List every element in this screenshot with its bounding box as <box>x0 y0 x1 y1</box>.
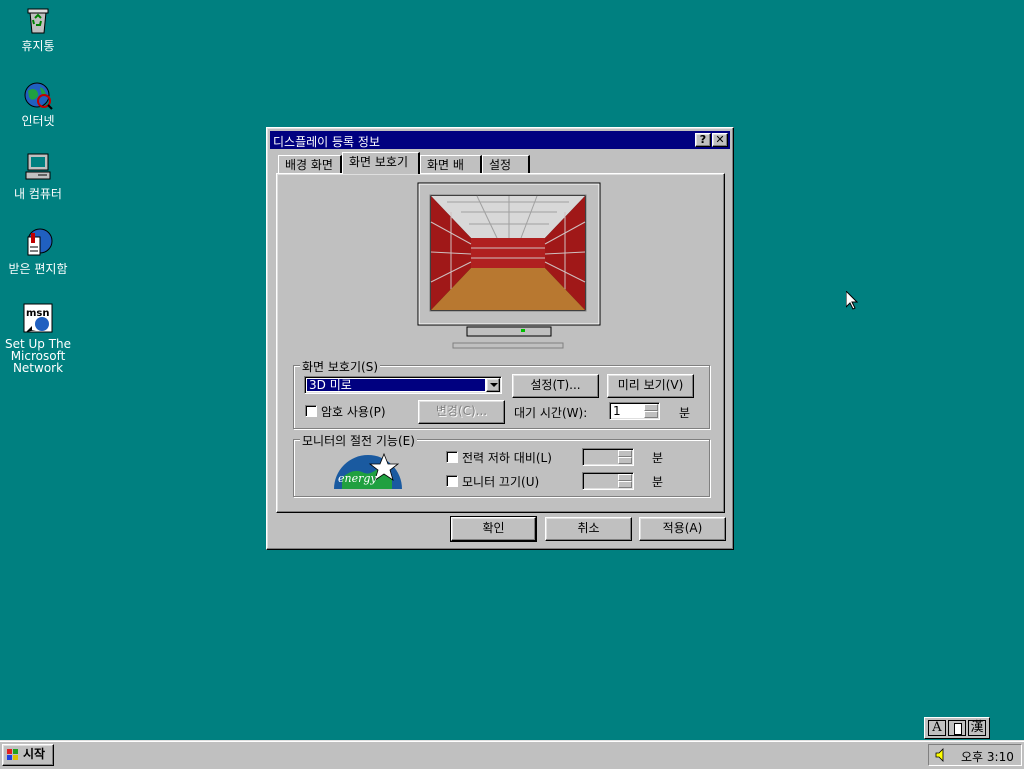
standby-spinner[interactable] <box>582 448 634 466</box>
apply-button[interactable]: 적용(A) <box>639 517 726 541</box>
tab-background[interactable]: 배경 화면 <box>278 155 342 173</box>
system-tray: 오후 3:10 <box>928 744 1022 766</box>
spin-down-icon[interactable] <box>618 457 632 464</box>
tab-appearance[interactable]: 화면 배색 <box>420 155 482 188</box>
tab-settings[interactable]: 설정 <box>482 155 530 173</box>
windows-logo-icon <box>6 748 20 762</box>
help-icon: ? <box>699 133 707 146</box>
spin-up-icon[interactable] <box>644 404 658 411</box>
monitor-off-spinner[interactable] <box>582 472 634 490</box>
close-button[interactable]: ✕ <box>712 133 728 147</box>
display-properties-dialog: 디스플레이 등록 정보 ? ✕ 배경 화면 화면 보호기 화면 배색 설정 <box>266 127 734 550</box>
desktop-icon-label: 휴지통 <box>21 39 55 53</box>
password-checkbox[interactable] <box>305 405 317 417</box>
dialog-title: 디스플레이 등록 정보 <box>273 135 380 149</box>
clock[interactable]: 오후 3:10 <box>961 748 1014 765</box>
dropdown-arrow-button[interactable] <box>486 378 500 392</box>
help-button[interactable]: ? <box>695 133 711 147</box>
desktop-icon-label: 받은 편지함 <box>8 262 68 276</box>
monitor-preview <box>417 182 601 349</box>
standby-label: 전력 저하 대비(L) <box>462 451 552 465</box>
screensaver-group: 화면 보호기(S) 3D 미로 설정(T)... 미리 보기(V) 암호 사용(… <box>293 358 710 429</box>
svg-text:msn: msn <box>26 308 50 319</box>
mouse-cursor-icon <box>845 289 859 313</box>
wait-time-value: 1 <box>613 404 621 418</box>
ime-fullwidth-button[interactable] <box>948 720 966 736</box>
msn-icon: msn <box>22 302 54 334</box>
standby-unit-label: 분 <box>652 451 664 465</box>
ime-hanja-button[interactable]: 漢 <box>968 720 986 736</box>
desktop-icon-recycle-bin[interactable]: 휴지통 <box>0 4 76 52</box>
title-bar[interactable]: 디스플레이 등록 정보 ? ✕ <box>270 131 730 149</box>
spin-up-icon[interactable] <box>618 474 632 481</box>
cancel-button[interactable]: 취소 <box>545 517 632 541</box>
taskbar: 시작 오후 3:10 <box>0 740 1024 769</box>
start-label: 시작 <box>23 747 46 761</box>
ime-toolbar: A 漢 <box>924 717 990 739</box>
start-button[interactable]: 시작 <box>2 744 54 766</box>
fullwidth-icon <box>954 723 962 735</box>
screensaver-select[interactable]: 3D 미로 <box>304 376 502 394</box>
monitor-off-unit-label: 분 <box>652 475 664 489</box>
close-icon: ✕ <box>715 133 725 146</box>
tab-panel: 화면 보호기(S) 3D 미로 설정(T)... 미리 보기(V) 암호 사용(… <box>276 173 725 513</box>
ime-alpha-button[interactable]: A <box>928 720 946 736</box>
desktop-icon-label: 인터넷 <box>21 114 55 128</box>
chevron-down-icon <box>490 383 498 387</box>
svg-text:energy: energy <box>338 472 377 485</box>
speaker-icon[interactable] <box>934 748 948 762</box>
desktop-icon-my-computer[interactable]: 내 컴퓨터 <box>0 152 76 200</box>
inbox-icon <box>22 227 54 259</box>
desktop-icon-msn[interactable]: msn Set Up The Microsoft Network <box>0 302 76 374</box>
power-saving-group: 모니터의 절전 기능(E) energy 전력 저하 대비(L) 분 모니터 끄… <box>293 432 710 497</box>
wait-time-label: 대기 시간(W): <box>514 406 588 420</box>
screensaver-selected-value: 3D 미로 <box>307 379 485 391</box>
desktop-icon-label: 내 컴퓨터 <box>14 187 62 201</box>
spin-down-icon[interactable] <box>644 411 658 418</box>
preview-button[interactable]: 미리 보기(V) <box>607 374 694 398</box>
ok-button[interactable]: 확인 <box>450 516 537 542</box>
change-password-button[interactable]: 변경(C)... <box>418 400 505 424</box>
spin-up-icon[interactable] <box>618 450 632 457</box>
desktop-icon-label: Set Up The Microsoft Network <box>4 337 72 375</box>
screensaver-group-title: 화면 보호기(S) <box>300 358 380 375</box>
my-computer-icon <box>22 152 54 184</box>
screensaver-settings-button[interactable]: 설정(T)... <box>512 374 599 398</box>
desktop-icon-internet[interactable]: 인터넷 <box>0 79 76 127</box>
energy-star-logo: energy <box>332 448 404 490</box>
wait-time-spinner[interactable]: 1 <box>609 402 660 420</box>
monitor-off-label: 모니터 끄기(U) <box>462 475 540 489</box>
desktop-icon-inbox[interactable]: 받은 편지함 <box>0 227 76 275</box>
tab-screensaver[interactable]: 화면 보호기 <box>342 152 420 174</box>
password-label: 암호 사용(P) <box>321 405 386 419</box>
spin-down-icon[interactable] <box>618 481 632 488</box>
monitor-off-checkbox[interactable] <box>446 475 458 487</box>
wait-unit-label: 분 <box>679 406 691 420</box>
standby-checkbox[interactable] <box>446 451 458 463</box>
internet-explorer-icon <box>22 79 54 111</box>
recycle-bin-icon <box>22 4 54 36</box>
power-saving-group-title: 모니터의 절전 기능(E) <box>300 432 417 449</box>
